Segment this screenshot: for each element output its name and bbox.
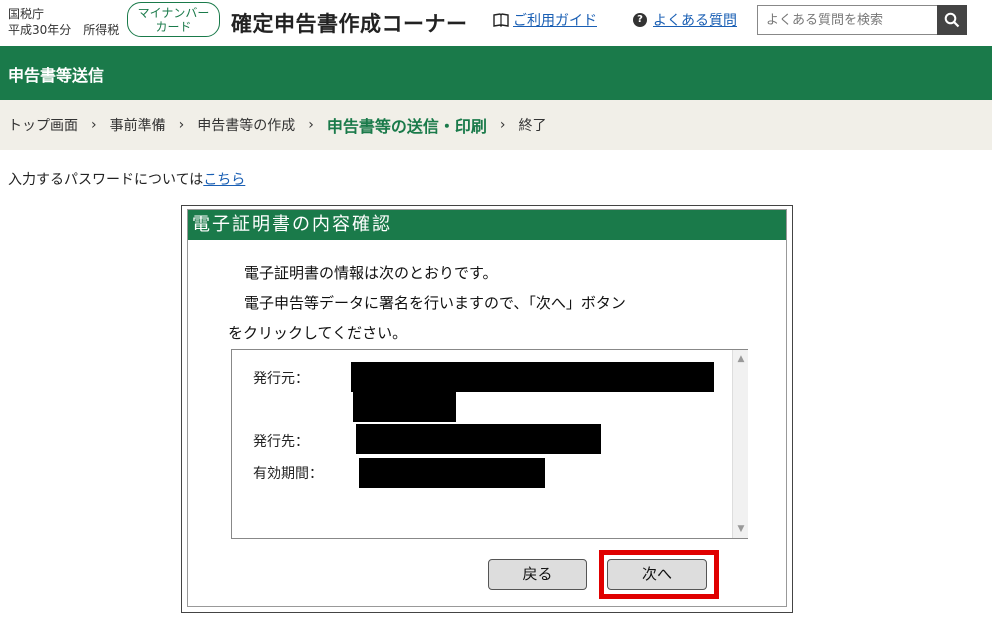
subject-label: 発行先： xyxy=(253,434,309,450)
search-input[interactable] xyxy=(757,5,937,35)
dialog-message-line3: をクリックしてください。 xyxy=(228,324,408,342)
faq-link[interactable]: よくある質問 xyxy=(653,10,737,30)
breadcrumb-item-current: 申告書等の送信・印刷 xyxy=(326,117,487,136)
back-button[interactable]: 戻る xyxy=(488,559,587,590)
password-note: 入力するパスワードについてはこちら xyxy=(8,169,245,189)
breadcrumb-item-create: 申告書等の作成 xyxy=(197,118,296,134)
chevron-right-icon: › xyxy=(308,117,314,133)
faq-link-group[interactable]: ? よくある質問 xyxy=(633,10,737,30)
info-scrollbar[interactable]: ▲ ▼ xyxy=(732,350,748,538)
agency-name: 国税庁 平成30年分 所得税 xyxy=(8,6,119,38)
search-button[interactable] xyxy=(937,5,967,35)
guide-link-group[interactable]: ご利用ガイド xyxy=(493,10,597,30)
chevron-right-icon: › xyxy=(499,117,506,133)
password-note-text: 入力するパスワードについては xyxy=(8,172,204,188)
chevron-right-icon: › xyxy=(91,117,97,133)
section-title: 申告書等送信 xyxy=(8,66,105,85)
search-box xyxy=(757,5,967,35)
dialog-message-line1: 電子証明書の情報は次のとおりです。 xyxy=(244,264,498,282)
validity-label: 有効期間： xyxy=(253,466,323,482)
issuer-value-redacted-cont xyxy=(353,392,456,422)
breadcrumb-item-top: トップ画面 xyxy=(8,118,78,134)
dialog-message: 電子証明書の情報は次のとおりです。 電子申告等データに署名を行いますので、「次へ… xyxy=(228,258,626,348)
certificate-dialog: 電子証明書の内容確認 電子証明書の情報は次のとおりです。 電子申告等データに署名… xyxy=(181,205,793,613)
validity-value-redacted xyxy=(359,458,545,488)
breadcrumb-item-prep: 事前準備 xyxy=(109,118,166,134)
agency-line1: 国税庁 xyxy=(8,7,45,21)
section-bar: 申告書等送信 xyxy=(0,46,992,100)
mynumber-line1: マイナンバー xyxy=(137,6,210,20)
site-title: 確定申告書作成コーナー xyxy=(231,12,468,36)
breadcrumb-item-end: 終了 xyxy=(518,118,547,134)
agency-line2: 平成30年分 所得税 xyxy=(8,23,120,37)
chevron-right-icon: › xyxy=(178,117,185,133)
issuer-value-redacted xyxy=(351,362,714,392)
issuer-label: 発行元： xyxy=(253,371,309,387)
password-info-link[interactable]: こちら xyxy=(203,172,245,188)
certificate-info-box[interactable]: 発行元： 発行先： 有効期間： ▲ ▼ xyxy=(231,349,748,539)
book-icon xyxy=(493,13,509,27)
mynumber-line2: カード xyxy=(155,20,192,34)
subject-value-redacted xyxy=(356,424,601,454)
breadcrumb: トップ画面 › 事前準備 › 申告書等の作成 › 申告書等の送信・印刷 › 終了 xyxy=(0,100,992,150)
dialog-title: 電子証明書の内容確認 xyxy=(188,210,786,240)
scroll-down-icon[interactable]: ▼ xyxy=(733,522,749,536)
guide-link[interactable]: ご利用ガイド xyxy=(513,10,597,30)
site-header: 国税庁 平成30年分 所得税 マイナンバー カード 確定申告書作成コーナー ご利… xyxy=(0,0,992,46)
search-icon xyxy=(944,12,960,28)
question-icon: ? xyxy=(633,13,647,27)
scroll-up-icon[interactable]: ▲ xyxy=(733,352,749,366)
certificate-dialog-frame: 電子証明書の内容確認 電子証明書の情報は次のとおりです。 電子申告等データに署名… xyxy=(187,209,787,607)
next-button[interactable]: 次へ xyxy=(607,559,707,590)
mynumber-card-button[interactable]: マイナンバー カード xyxy=(127,2,220,37)
dialog-message-line2: 電子申告等データに署名を行いますので、「次へ」ボタン xyxy=(244,294,626,312)
